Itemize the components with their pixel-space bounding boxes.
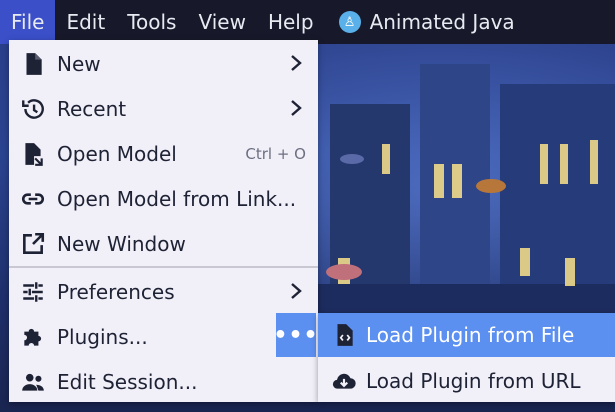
menu-item-new[interactable]: New bbox=[9, 41, 318, 86]
menu-edit[interactable]: Edit bbox=[55, 0, 116, 44]
menu-item-label: New bbox=[57, 51, 101, 76]
file-icon bbox=[19, 50, 47, 78]
menu-tools[interactable]: Tools bbox=[116, 0, 187, 44]
menu-item-label: Preferences bbox=[57, 279, 175, 304]
menu-item-preferences[interactable]: Preferences bbox=[9, 269, 318, 314]
tune-icon bbox=[19, 278, 47, 306]
file-menu: New Recent Open Model Ctrl + O Open Mode… bbox=[9, 40, 318, 402]
puzzle-icon bbox=[19, 323, 47, 351]
menu-file[interactable]: File bbox=[0, 0, 56, 44]
menu-divider bbox=[9, 266, 318, 268]
menu-item-label: Open Model from Link... bbox=[57, 186, 297, 211]
chevron-right-icon bbox=[291, 55, 302, 71]
menu-item-label: Open Model bbox=[57, 141, 177, 166]
animated-java-icon: ♙ bbox=[338, 11, 361, 33]
menu-item-recent[interactable]: Recent bbox=[9, 86, 318, 131]
menu-view[interactable]: View bbox=[187, 0, 256, 44]
cloud-download-icon bbox=[330, 367, 358, 395]
people-icon bbox=[19, 368, 47, 396]
menu-item-plugins[interactable]: Plugins... bbox=[9, 314, 318, 359]
menu-help[interactable]: Help bbox=[257, 0, 325, 44]
menu-item-load-plugin-from-url[interactable]: Load Plugin from URL bbox=[318, 358, 615, 403]
menu-item-open-model[interactable]: Open Model Ctrl + O bbox=[9, 131, 318, 176]
menu-item-load-plugin-from-file[interactable]: Load Plugin from File bbox=[318, 313, 615, 357]
menu-item-label: Recent bbox=[57, 96, 127, 121]
chevron-right-icon bbox=[291, 283, 302, 299]
plugins-submenu: Load Plugin from File Load Plugin from U… bbox=[318, 313, 615, 402]
menu-item-label: Plugins... bbox=[57, 324, 148, 349]
chevron-right-icon bbox=[291, 100, 302, 116]
shortcut-label: Ctrl + O bbox=[245, 144, 306, 163]
menu-item-open-model-from-link[interactable]: Open Model from Link... bbox=[9, 176, 318, 221]
menu-item-label: Load Plugin from File bbox=[366, 323, 575, 347]
menu-item-new-window[interactable]: New Window bbox=[9, 221, 318, 266]
menu-item-label: New Window bbox=[57, 231, 186, 256]
open-in-new-icon bbox=[19, 230, 47, 258]
code-file-icon bbox=[330, 321, 358, 349]
link-icon bbox=[19, 185, 47, 213]
menu-animated-java-label: Animated Java bbox=[369, 10, 515, 34]
open-file-icon bbox=[19, 140, 47, 168]
more-options-button[interactable]: ••• bbox=[273, 313, 318, 357]
menu-bar: File Edit Tools View Help ♙ Animated Jav… bbox=[0, 0, 615, 44]
menu-item-edit-session[interactable]: Edit Session... bbox=[9, 359, 318, 404]
menu-item-label: Load Plugin from URL bbox=[366, 368, 581, 393]
history-icon bbox=[19, 95, 47, 123]
menu-item-label: Edit Session... bbox=[57, 369, 198, 394]
menu-animated-java[interactable]: ♙ Animated Java bbox=[325, 0, 526, 44]
